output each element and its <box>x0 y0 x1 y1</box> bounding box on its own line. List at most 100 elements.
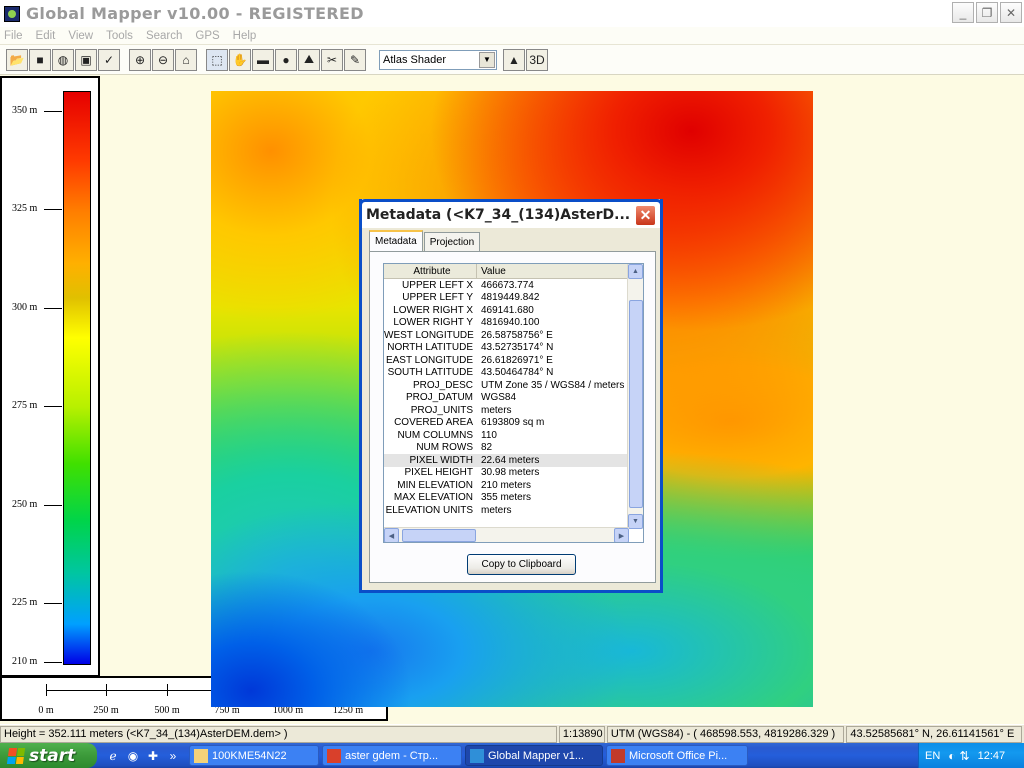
metadata-attribute: ELEVATION UNITS <box>385 504 473 516</box>
menu-tools[interactable]: Tools <box>106 30 133 42</box>
metadata-attribute: PIXEL WIDTH <box>409 454 473 466</box>
metadata-row[interactable]: ELEVATION UNITS meters <box>384 504 643 517</box>
close-window-button[interactable]: ✕ <box>1000 2 1022 23</box>
menu-view[interactable]: View <box>68 30 93 42</box>
metadata-row[interactable]: PROJ_DATUM WGS84 <box>384 392 643 405</box>
app-icon[interactable] <box>4 5 20 22</box>
metadata-attribute: LOWER RIGHT Y <box>393 317 473 329</box>
metadata-row[interactable]: PIXEL HEIGHT 30.98 meters <box>384 467 643 480</box>
taskbar-item[interactable]: Microsoft Office Pi... <box>606 745 748 766</box>
legend-label: 275 m <box>12 400 38 411</box>
dialog-title-bar[interactable]: Metadata (<K7_34_(134)AsterD... ✕ <box>359 199 663 228</box>
task-buttons: 100KME54N22 aster gdem - Стр... Global Map… <box>189 745 751 766</box>
legend-tick <box>44 308 62 309</box>
uk-flag-icon[interactable]: ✚ <box>145 748 161 764</box>
metadata-row[interactable]: MAX ELEVATION 355 meters <box>384 492 643 505</box>
network-icon[interactable]: ⇅ <box>960 749 970 763</box>
metadata-row[interactable]: NORTH LATITUDE 43.52735174° N <box>384 342 643 355</box>
chart-icon[interactable]: ✓ <box>98 48 120 71</box>
legend-tick <box>44 662 62 663</box>
metadata-row[interactable]: PROJ_DESC UTM Zone 35 / WGS84 / meters <box>384 379 643 392</box>
vertical-scrollbar[interactable]: ▲ ▼ <box>627 264 643 529</box>
menu-gps[interactable]: GPS <box>195 30 219 42</box>
elevation-legend: 350 m 325 m 300 m 275 m 250 m 225 m 210 … <box>0 76 100 677</box>
media-player-icon[interactable]: ◉ <box>125 748 141 764</box>
tab-projection[interactable]: Projection <box>423 232 481 251</box>
scroll-right-icon[interactable]: ▶ <box>614 528 629 542</box>
metadata-value: meters <box>481 504 512 516</box>
legend-tick <box>44 209 62 210</box>
metadata-list[interactable]: Attribute Value UPPER LEFT X 466673.774 UP… <box>383 263 644 543</box>
office-picture-icon <box>611 748 625 763</box>
open-folder-icon[interactable]: 📂 <box>6 48 28 71</box>
metadata-row[interactable]: LOWER RIGHT X 469141.680 <box>384 304 643 317</box>
zoom-out-icon[interactable]: ⊖ <box>152 48 174 71</box>
language-indicator[interactable]: EN <box>925 750 940 762</box>
pan-hand-icon[interactable]: ✋ <box>229 48 251 71</box>
menu-help[interactable]: Help <box>233 30 257 42</box>
minimize-button[interactable]: _ <box>952 2 974 23</box>
scroll-up-icon[interactable]: ▲ <box>628 264 643 279</box>
metadata-row[interactable]: PIXEL WIDTH 22.64 meters <box>384 454 643 467</box>
more-chevron-icon[interactable]: » <box>165 748 181 764</box>
save-icon[interactable]: ■ <box>29 48 51 71</box>
metadata-row[interactable]: UPPER LEFT Y 4819449.842 <box>384 292 643 305</box>
metadata-row[interactable]: EAST LONGITUDE 26.61826971° E <box>384 354 643 367</box>
column-header-value[interactable]: Value <box>477 264 643 278</box>
globe-icon[interactable]: ◍ <box>52 48 74 71</box>
feature-edit-icon[interactable]: ✎ <box>344 48 366 71</box>
chevron-down-icon[interactable]: ▼ <box>479 51 495 68</box>
digitizer-icon[interactable]: ✂ <box>321 48 343 71</box>
zoom-in-icon[interactable]: ⊕ <box>129 48 151 71</box>
taskbar-item[interactable]: aster gdem - Стр... <box>322 745 462 766</box>
taskbar-item[interactable]: 100KME54N22 <box>189 745 319 766</box>
volume-icon[interactable]: ◐ <box>948 749 955 763</box>
metadata-row[interactable]: UPPER LEFT X 466673.774 <box>384 279 643 292</box>
zoom-box-icon[interactable]: ⬚ <box>206 48 228 71</box>
legend-tick <box>44 406 62 407</box>
horizontal-scroll-thumb[interactable] <box>402 529 476 542</box>
start-button[interactable]: start <box>0 743 97 768</box>
metadata-attribute: PROJ_UNITS <box>410 404 473 416</box>
metadata-row[interactable]: NUM COLUMNS 110 <box>384 429 643 442</box>
menu-edit[interactable]: Edit <box>36 30 56 42</box>
overlay-control-icon[interactable]: ▣ <box>75 48 97 71</box>
folder-icon <box>194 748 208 763</box>
vertical-scroll-thumb[interactable] <box>629 300 643 508</box>
status-scale: 1:13890 <box>558 725 605 743</box>
3d-view-icon[interactable]: 3D <box>526 48 548 71</box>
metadata-row[interactable]: PROJ_UNITS meters <box>384 404 643 417</box>
path-profile-icon[interactable]: ⛰ <box>298 48 320 71</box>
internet-explorer-icon[interactable]: ℯ <box>105 748 121 764</box>
restore-button[interactable]: ❐ <box>976 2 998 23</box>
metadata-row[interactable]: LOWER RIGHT Y 4816940.100 <box>384 317 643 330</box>
measure-icon[interactable]: ▬ <box>252 48 274 71</box>
taskbar-item[interactable]: Global Mapper v1... <box>465 745 603 766</box>
shader-select[interactable]: Atlas Shader ▼ <box>379 49 497 70</box>
horizontal-scrollbar[interactable]: ◀ ▶ <box>384 527 629 542</box>
metadata-attribute: LOWER RIGHT X <box>393 304 473 316</box>
scroll-left-icon[interactable]: ◀ <box>384 528 399 542</box>
metadata-row[interactable]: MIN ELEVATION 210 meters <box>384 479 643 492</box>
metadata-row[interactable]: NUM ROWS 82 <box>384 442 643 455</box>
legend-tick <box>44 603 62 604</box>
metadata-value: 4819449.842 <box>481 292 540 304</box>
dialog-tabs: Metadata Projection <box>369 230 481 251</box>
metadata-row[interactable]: WEST LONGITUDE 26.58758756° E <box>384 329 643 342</box>
dialog-title: Metadata (<K7_34_(134)AsterD... <box>366 207 631 223</box>
close-icon[interactable]: ✕ <box>635 205 656 226</box>
metadata-row[interactable]: COVERED AREA 6193809 sq m <box>384 417 643 430</box>
tab-metadata[interactable]: Metadata <box>369 230 423 251</box>
terrain-shading-icon[interactable]: ▲ <box>503 48 525 71</box>
home-icon[interactable]: ⌂ <box>175 48 197 71</box>
scroll-down-icon[interactable]: ▼ <box>628 514 643 529</box>
metadata-row[interactable]: SOUTH LATITUDE 43.50464784° N <box>384 367 643 380</box>
copy-to-clipboard-button[interactable]: Copy to Clipboard <box>467 554 576 575</box>
menu-file[interactable]: File <box>4 30 23 42</box>
info-icon[interactable]: ● <box>275 48 297 71</box>
metadata-value: 355 meters <box>481 492 532 504</box>
window-controls: _ ❐ ✕ <box>952 2 1022 23</box>
column-header-attribute[interactable]: Attribute <box>384 264 477 278</box>
menu-search[interactable]: Search <box>146 30 182 42</box>
taskbar-item-label: Microsoft Office Pi... <box>629 749 728 762</box>
